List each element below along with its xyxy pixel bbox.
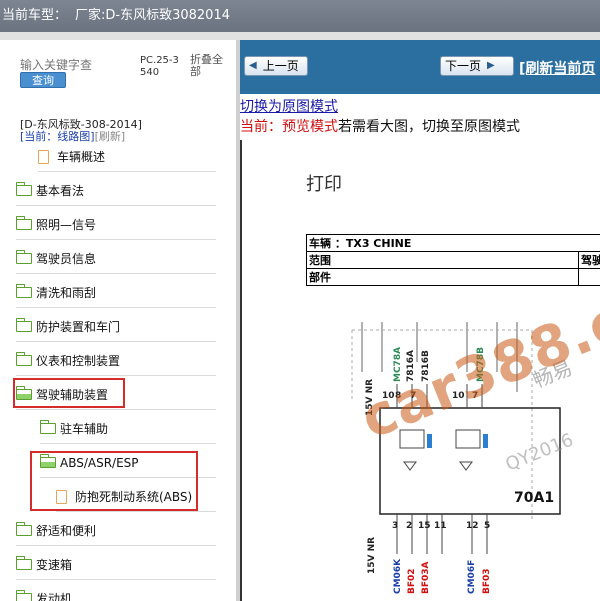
- tree-item-label: 驾驶员信息: [36, 252, 97, 266]
- sidebar: 查询 PC.25-3540 折叠全部 [D-东风标致-308-2014] [当前…: [0, 40, 236, 601]
- arrow-right-icon: ▶: [487, 60, 495, 71]
- next-page-label: 下一页: [445, 59, 482, 73]
- document-icon: [56, 489, 67, 504]
- driving-cell: 驾驶: [578, 251, 600, 269]
- folder-icon: [15, 352, 32, 366]
- bottom-pin-text: 5: [484, 521, 490, 531]
- mode-hint: 若需看大图，切换至原图模式: [338, 119, 520, 135]
- folder-icon: [15, 318, 32, 332]
- tree-item[interactable]: 防抱死制动系统(ABS): [56, 482, 216, 512]
- vehicle-cell: 车辆 ：TX3 CHINE: [306, 234, 600, 252]
- next-page-button[interactable]: 下一页 ▶: [440, 56, 514, 76]
- collapse-all-link[interactable]: 折叠全部: [190, 54, 230, 78]
- tree-item[interactable]: 驻车辅助: [39, 414, 216, 444]
- tree-item-label: 发动机: [36, 592, 73, 601]
- component-label: 70A1: [514, 490, 554, 506]
- parts-value-cell: [578, 268, 600, 286]
- folder-icon: [39, 420, 56, 434]
- title-divider: [0, 32, 600, 40]
- mode-status: 当前：预览模式若需看大图，切换至原图模式: [240, 116, 520, 136]
- document-info-table: 车辆 ：TX3 CHINE 范围驾驶 部件: [306, 234, 600, 286]
- search-button[interactable]: 查询: [20, 72, 66, 88]
- tree-item[interactable]: 车辆概述: [38, 142, 216, 172]
- folder-icon: [15, 216, 32, 230]
- mode-value: 预览模式: [282, 119, 338, 135]
- bottom-pin-text: 11: [434, 521, 447, 531]
- pc-code: PC.25-3540: [140, 55, 179, 78]
- tree-item-label: 防抱死制动系统(ABS): [75, 490, 193, 504]
- viewer: ◀ 上一页 下一页 ▶ [刷新当前页 切换为原图模式 当前：预览模式若需看大图，…: [240, 40, 600, 601]
- prev-page-label: 上一页: [262, 59, 299, 73]
- bottom-wire-text: BF03: [482, 568, 492, 594]
- tree-item[interactable]: 基本看法: [15, 176, 216, 206]
- tree-item[interactable]: 清洗和雨刮: [15, 278, 216, 308]
- tree-item[interactable]: 驾驶员信息: [15, 244, 216, 274]
- tree-item-label: 驾驶辅助装置: [36, 388, 109, 402]
- tree-item[interactable]: ABS/ASR/ESP: [39, 448, 216, 478]
- tree-item-label: 基本看法: [36, 184, 85, 198]
- folder-icon: [15, 556, 32, 570]
- tree-item-label: 防护装置和车门: [36, 320, 121, 334]
- tree-item[interactable]: 驾驶辅助装置: [15, 380, 216, 410]
- bottom-wire-text: CM06K: [393, 558, 403, 594]
- print-label: 打印: [306, 174, 342, 195]
- parts-cell: 部件: [306, 268, 579, 286]
- folder-icon: [15, 284, 32, 298]
- folder-icon: [15, 590, 32, 601]
- title-bar: 当前车型： 厂家:D-东风标致3082014: [0, 0, 600, 32]
- tree-item[interactable]: 仪表和控制装置: [15, 346, 216, 376]
- bottom-pin-text: 15: [418, 521, 431, 531]
- folder-icon: [15, 522, 32, 536]
- window-title: 当前车型： 厂家:D-东风标致3082014: [2, 4, 230, 23]
- tree-item-label: 清洗和雨刮: [36, 286, 97, 300]
- tree-item[interactable]: 舒适和便利: [15, 516, 216, 546]
- tree-item[interactable]: 照明—信号: [15, 210, 216, 240]
- switch-original-link[interactable]: 切换为原图模式: [240, 96, 338, 116]
- folder-open-icon: [39, 454, 56, 468]
- document-icon: [38, 149, 49, 164]
- bottom-pin-text: 12: [466, 521, 479, 531]
- title-prefix: 当前车型：: [2, 8, 68, 23]
- folder-icon: [15, 182, 32, 196]
- tree-item-label: 舒适和便利: [36, 524, 97, 538]
- bottom-wire-text: BF02: [407, 568, 417, 594]
- tree-item[interactable]: 防护装置和车门: [15, 312, 216, 342]
- folder-open-icon: [15, 386, 32, 400]
- refresh-page-link[interactable]: [刷新当前页: [519, 58, 595, 78]
- bottom-wire-text: BF03A: [421, 561, 431, 594]
- bottom-pin-text: 3: [392, 521, 398, 531]
- viewer-toolbar: ◀ 上一页 下一页 ▶ [刷新当前页: [240, 40, 600, 94]
- tree-item[interactable]: 变速箱: [15, 550, 216, 580]
- range-cell: 范围: [306, 251, 579, 269]
- mode-label: 当前：: [240, 119, 282, 135]
- tree-item-label: 照明—信号: [36, 218, 97, 232]
- tree-item-label: ABS/ASR/ESP: [60, 455, 139, 470]
- bottom-pin-text: 2: [406, 521, 412, 531]
- arrow-left-icon: ◀: [249, 60, 257, 71]
- document-preview: 打印 车辆 ：TX3 CHINE 范围驾驶 部件: [242, 142, 600, 601]
- tree-item-label: 驻车辅助: [60, 422, 109, 436]
- bottom-wire-text: CM06F: [467, 560, 477, 594]
- tree-item-label: 仪表和控制装置: [36, 354, 121, 368]
- title-model: 厂家:D-东风标致3082014: [75, 8, 230, 23]
- bottom-voltage-text: 15V NR: [367, 537, 377, 574]
- prev-page-button[interactable]: ◀ 上一页: [244, 56, 308, 76]
- tree-item-label: 变速箱: [36, 558, 73, 572]
- tree-item-label: 车辆概述: [57, 150, 106, 164]
- tree-item[interactable]: 发动机: [15, 584, 216, 601]
- folder-icon: [15, 250, 32, 264]
